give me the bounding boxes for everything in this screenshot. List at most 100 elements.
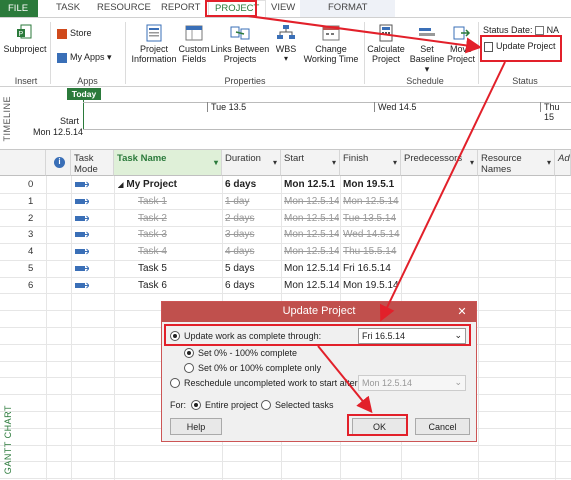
tab-resource[interactable]: RESOURCE	[97, 2, 151, 13]
dropdown-arrow-icon[interactable]: ▾	[470, 158, 474, 167]
predecessors-header[interactable]: Predecessors ▾	[401, 150, 478, 176]
row-number[interactable]: 6	[28, 280, 33, 291]
row-number[interactable]: 1	[28, 196, 33, 207]
change-working-time-button[interactable]: Change Working Time	[300, 24, 362, 64]
close-button[interactable]: ✕	[448, 302, 476, 322]
start-cell[interactable]: Mon 12.5.14	[284, 196, 339, 207]
duration-header[interactable]: Duration ▾	[222, 150, 281, 176]
project-information-button[interactable]: Project Information	[130, 24, 178, 64]
group-label-apps: Apps	[77, 76, 98, 86]
table-row[interactable]: 2 Task 22 days Mon 12.5.14 Tue 13.5.14	[0, 211, 571, 228]
select-all-corner[interactable]	[0, 150, 46, 176]
finish-cell[interactable]: Thu 15.5.14	[343, 246, 400, 257]
duration-cell[interactable]: 6 days	[225, 179, 280, 190]
task-name-cell[interactable]: Task 6	[138, 280, 222, 291]
dropdown-arrow-icon[interactable]: ▾	[547, 158, 551, 167]
calculator-icon	[379, 24, 393, 42]
indicators-header[interactable]: i	[46, 150, 71, 176]
my-apps-button[interactable]: My Apps ▾	[57, 52, 112, 63]
duration-cell[interactable]: 2 days	[225, 213, 280, 224]
dropdown-arrow-icon[interactable]: ▾	[393, 158, 397, 167]
tab-view[interactable]: VIEW	[271, 2, 295, 13]
task-name-cell[interactable]: Task 2	[138, 213, 222, 224]
row-number[interactable]: 2	[28, 213, 33, 224]
duration-cell[interactable]: 5 days	[225, 263, 280, 274]
duration-cell[interactable]: 3 days	[225, 229, 280, 240]
task-mode-header[interactable]: Task Mode	[71, 150, 114, 176]
table-row[interactable]: 1 Task 11 day Mon 12.5.14 Mon 12.5.14	[0, 194, 571, 211]
links-between-projects-button[interactable]: Links Between Projects	[210, 24, 270, 64]
reschedule-radio[interactable]	[170, 378, 180, 388]
status-date-button[interactable]: Status Date: NA	[483, 25, 559, 36]
subproject-button[interactable]: P Subproject	[2, 24, 48, 54]
start-header[interactable]: Start ▾	[281, 150, 340, 176]
task-name-cell[interactable]: Task 4	[138, 246, 222, 257]
tab-format[interactable]: FORMAT	[300, 0, 396, 17]
ribbon-separator	[364, 22, 365, 84]
move-project-button[interactable]: Move Project	[446, 24, 476, 64]
selected-tasks-radio[interactable]	[261, 400, 271, 410]
dropdown-arrow-icon[interactable]: ▾	[214, 158, 218, 167]
task-name-header[interactable]: Task Name ▾	[114, 150, 222, 176]
set-binary-radio[interactable]	[184, 363, 194, 373]
task-name-cell[interactable]: ◢ My Project	[118, 179, 202, 190]
start-cell[interactable]: Mon 12.5.1	[284, 179, 339, 190]
empty-row[interactable]	[0, 446, 571, 463]
task-name-cell[interactable]: Task 3	[138, 229, 222, 240]
row-number[interactable]: 0	[28, 179, 33, 190]
tick-mark	[540, 102, 541, 112]
task-name-cell[interactable]: Task 5	[138, 263, 222, 274]
finish-cell[interactable]: Mon 19.5.14	[343, 280, 400, 291]
add-column-header[interactable]: Ad	[555, 150, 571, 176]
group-label-properties: Properties	[224, 76, 266, 86]
row-number[interactable]: 5	[28, 263, 33, 274]
table-row[interactable]: 0 ◢ My Project 6 days Mon 12.5.1 Mon 19.5.1	[0, 177, 571, 194]
wbs-button[interactable]: WBS ▾	[273, 24, 299, 64]
custom-fields-button[interactable]: Custom Fields	[178, 24, 210, 64]
table-row[interactable]: 6 Task 66 days Mon 12.5.14 Mon 19.5.14	[0, 278, 571, 295]
table-row[interactable]: 3 Task 33 days Mon 12.5.14 Wed 14.5.14	[0, 227, 571, 244]
row-number[interactable]: 3	[28, 229, 33, 240]
duration-cell[interactable]: 4 days	[225, 246, 280, 257]
ribbon-separator	[125, 22, 126, 84]
table-row[interactable]: 4 Task 44 days Mon 12.5.14 Thu 15.5.14	[0, 244, 571, 261]
resource-names-header[interactable]: Resource Names ▾	[478, 150, 555, 176]
collapse-triangle-icon[interactable]: ◢	[118, 182, 123, 189]
set-baseline-button[interactable]: Set Baseline ▾	[408, 24, 446, 74]
task-mode-icon	[75, 281, 90, 290]
timeline-start-label: Start	[60, 116, 80, 126]
task-name-cell[interactable]: Task 1	[138, 196, 222, 207]
dropdown-arrow-icon[interactable]: ▾	[273, 158, 277, 167]
today-marker: Today	[67, 88, 101, 100]
store-button[interactable]: Store	[57, 28, 92, 39]
finish-cell[interactable]: Fri 16.5.14	[343, 263, 400, 274]
duration-cell[interactable]: 6 days	[225, 280, 280, 291]
tab-task[interactable]: TASK	[56, 2, 80, 13]
start-cell[interactable]: Mon 12.5.14	[284, 246, 339, 257]
calculate-project-button[interactable]: Calculate Project	[366, 24, 406, 64]
timeline-pane[interactable]: TIMELINE Today Tue 13.5 Wed 14.5 Thu 15 …	[0, 88, 571, 150]
help-button[interactable]: Help	[170, 418, 222, 435]
finish-cell[interactable]: Mon 19.5.1	[343, 179, 400, 190]
cancel-button[interactable]: Cancel	[415, 418, 470, 435]
finish-cell[interactable]: Wed 14.5.14	[343, 229, 400, 240]
finish-cell[interactable]: Tue 13.5.14	[343, 213, 400, 224]
set-range-radio[interactable]	[184, 348, 194, 358]
duration-cell[interactable]: 1 day	[225, 196, 280, 207]
start-cell[interactable]: Mon 12.5.14	[284, 280, 339, 291]
start-cell[interactable]: Mon 12.5.14	[284, 213, 339, 224]
table-row[interactable]: 5 Task 55 days Mon 12.5.14 Fri 16.5.14	[0, 261, 571, 278]
entire-project-radio[interactable]	[191, 400, 201, 410]
row-number[interactable]: 4	[28, 246, 33, 257]
reschedule-date-combo[interactable]: Mon 12.5.14 ⌄	[358, 375, 466, 391]
tab-report[interactable]: REPORT	[161, 2, 200, 13]
finish-header[interactable]: Finish ▾	[340, 150, 401, 176]
start-cell[interactable]: Mon 12.5.14	[284, 263, 339, 274]
empty-row[interactable]	[0, 463, 571, 480]
gantt-chart-side-label: GANTT CHART	[3, 405, 13, 475]
start-cell[interactable]: Mon 12.5.14	[284, 229, 339, 240]
custom-fields-icon	[185, 25, 203, 41]
dropdown-arrow-icon[interactable]: ▾	[332, 158, 336, 167]
tab-file[interactable]: FILE	[0, 0, 38, 17]
finish-cell[interactable]: Mon 12.5.14	[343, 196, 400, 207]
